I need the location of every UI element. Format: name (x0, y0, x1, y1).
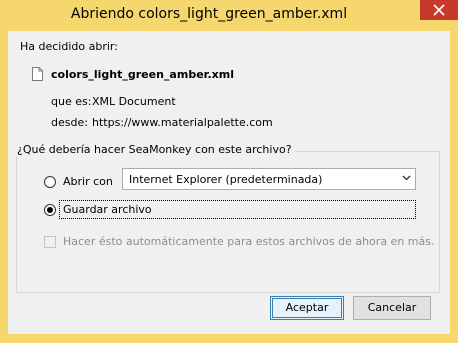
type-label: que es: (51, 95, 92, 108)
open-with-label: Abrir con (63, 175, 113, 188)
intro-text: Ha decidido abrir: (20, 40, 118, 53)
open-with-radio[interactable] (44, 176, 56, 188)
file-icon (32, 67, 43, 81)
chevron-down-icon (402, 175, 411, 181)
save-file-label[interactable]: Guardar archivo (63, 203, 152, 216)
title-bar[interactable]: Abriendo colors_light_green_amber.xml (0, 0, 458, 30)
close-button[interactable] (420, 0, 458, 20)
source-value: https://www.materialpalette.com (92, 116, 273, 129)
auto-checkbox[interactable] (44, 236, 56, 248)
dialog-body: Ha decidido abrir: colors_light_green_am… (8, 31, 450, 334)
file-name: colors_light_green_amber.xml (51, 68, 235, 81)
window-title: Abriendo colors_light_green_amber.xml (70, 6, 348, 22)
action-question: ¿Qué debería hacer SeaMonkey con este ar… (14, 143, 295, 156)
accept-button[interactable]: Aceptar (270, 296, 344, 320)
radio-selected-dot (47, 207, 53, 213)
save-file-radio[interactable] (44, 204, 56, 216)
dialog-window: Abriendo colors_light_green_amber.xml Ha… (0, 0, 458, 343)
cancel-button[interactable]: Cancelar (353, 296, 431, 320)
type-value: XML Document (92, 95, 176, 108)
open-with-app: Internet Explorer (predeterminada) (129, 173, 323, 186)
close-icon (433, 4, 445, 16)
source-label: desde: (51, 116, 88, 129)
open-with-select[interactable]: Internet Explorer (predeterminada) (122, 168, 416, 190)
auto-checkbox-label: Hacer ésto automáticamente para estos ar… (63, 235, 435, 248)
